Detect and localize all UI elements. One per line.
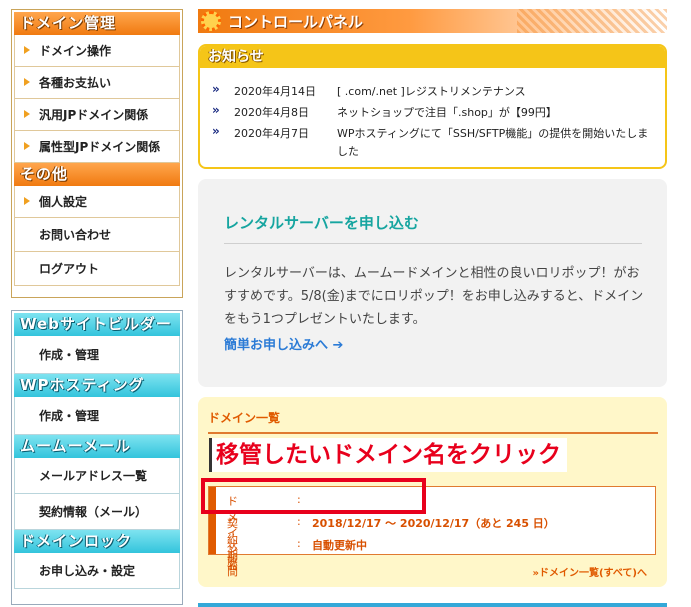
news-date: 2020年4月8日 [234, 106, 309, 119]
double-chevron-icon: » [212, 124, 220, 138]
control-panel-header: コントロールパネル [198, 9, 667, 33]
nav-item-attribute-jp-domain[interactable]: 属性型JPドメイン関係 [14, 131, 180, 163]
notice-box: お知らせ » 2020年4月14日 [ .com/.net ]レジストリメンテナ… [198, 44, 667, 169]
nav-section-wp-hosting: WPホスティング [14, 374, 180, 397]
news-link[interactable]: [ .com/.net ]レジストリメンテナンス [337, 83, 657, 101]
colon: : [297, 537, 301, 550]
primary-nav: ドメイン管理 ドメイン操作 各種お支払い 汎用JPドメイン関係 属性型JPドメイ… [11, 9, 183, 298]
triangle-right-icon [24, 109, 30, 118]
highlight-box [201, 478, 426, 514]
news-link[interactable]: WPホスティングにて「SSH/SFTP機能」の提供を開始いたしました [337, 125, 657, 161]
nav-section-domain-lock: ドメインロック [14, 530, 180, 553]
nav-item-wp-manage[interactable]: 作成・管理 [14, 397, 180, 435]
services-nav: Webサイトビルダー 作成・管理 WPホスティング 作成・管理 ムームーメール … [11, 310, 183, 605]
rental-description: レンタルサーバーは、ムームードメインと相性の良いロリポップ！がおすすめです。5/… [224, 266, 644, 327]
nav-item-general-jp-domain[interactable]: 汎用JPドメイン関係 [14, 99, 180, 131]
domain-list-title: ドメイン一覧 [208, 411, 281, 425]
triangle-right-icon [24, 45, 30, 54]
next-section-edge [198, 603, 667, 607]
nav-item-domain-lock-settings[interactable]: お申し込み・設定 [14, 553, 180, 589]
nav-item-payments[interactable]: 各種お支払い [14, 67, 180, 99]
page-title: コントロールパネル [228, 13, 364, 31]
nav-item-mail-address-list[interactable]: メールアドレス一覧 [14, 458, 180, 494]
nav-item-personal-settings[interactable]: 個人設定 [14, 186, 180, 218]
nav-section-website-builder: Webサイトビルダー [14, 313, 180, 336]
triangle-right-icon [24, 77, 30, 86]
nav-item-builder-manage[interactable]: 作成・管理 [14, 336, 180, 374]
news-link[interactable]: ネットショップで注目「.shop」が【99円】 [337, 104, 657, 122]
contract-period-value: 2018/12/17 〜 2020/12/17（あと 245 日） [312, 517, 555, 530]
nav-item-domain-operation[interactable]: ドメイン操作 [14, 35, 180, 67]
domain-list-all-link[interactable]: »ドメイン一覧(すべて)へ [532, 564, 647, 579]
nav-section-other: その他 [14, 163, 180, 186]
rental-apply-link[interactable]: 簡単お申し込みへ ➔ [224, 334, 343, 353]
nav-section-muumuu-mail: ムームーメール [14, 435, 180, 458]
nav-item-contact[interactable]: お問い合わせ [14, 218, 180, 252]
status-label: 状態 [227, 539, 238, 568]
nav-item-mail-contract[interactable]: 契約情報（メール） [14, 494, 180, 530]
status-value: 自動更新中 [312, 539, 367, 552]
news-date: 2020年4月7日 [234, 127, 309, 140]
triangle-right-icon [24, 141, 30, 150]
divider [208, 432, 658, 434]
double-chevron-icon: » [212, 103, 220, 117]
rental-title: レンタルサーバーを申し込む [224, 214, 419, 232]
notice-title: お知らせ [200, 46, 665, 68]
colon: : [297, 515, 301, 528]
domain-list-panel: ドメイン一覧 移管したいドメイン名をクリック ドメイン名 : 契約期間 : 20… [198, 397, 667, 587]
nav-item-logout[interactable]: ログアウト [14, 252, 180, 286]
gear-icon [201, 11, 221, 31]
header-pattern [517, 9, 667, 33]
triangle-right-icon [24, 196, 30, 205]
divider [224, 243, 642, 244]
nav-section-domain-management: ドメイン管理 [14, 12, 180, 35]
rental-server-card: レンタルサーバーを申し込む レンタルサーバーは、ムームードメインと相性の良いロリ… [198, 179, 667, 387]
news-date: 2020年4月14日 [234, 85, 316, 98]
instruction-annotation: 移管したいドメイン名をクリック [209, 438, 567, 472]
double-chevron-icon: » [212, 82, 220, 96]
